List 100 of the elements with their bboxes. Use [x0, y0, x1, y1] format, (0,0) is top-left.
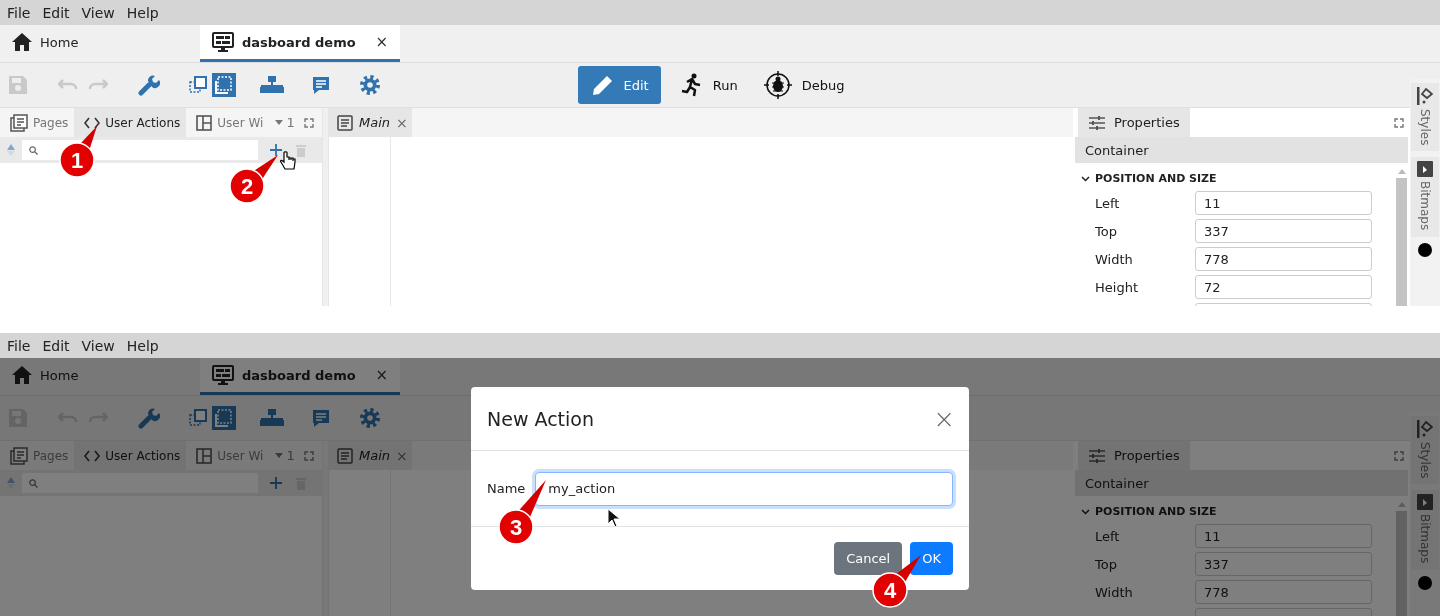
tab-label: dasboard demo [242, 34, 357, 50]
home-icon [12, 366, 32, 384]
menu-item[interactable]: Help [120, 337, 165, 354]
pointer-cursor-icon [607, 508, 621, 528]
wrench-icon[interactable] [138, 407, 160, 429]
search-icon [29, 145, 38, 155]
menu-item[interactable]: Edit [36, 4, 76, 21]
wrench-icon[interactable] [138, 74, 160, 96]
field-label: Name [487, 481, 526, 496]
panel-tab[interactable]: Pages [0, 108, 75, 137]
add-icon[interactable] [270, 144, 282, 156]
input-field[interactable]: 11 [1195, 524, 1372, 548]
mode-button[interactable]: Run [674, 66, 744, 104]
menu-item[interactable]: Help [120, 4, 165, 21]
close-tab-button[interactable]: × [375, 366, 388, 384]
input-field[interactable]: 337 [1195, 552, 1372, 576]
cancel-button[interactable]: Cancel [834, 542, 903, 575]
ok-button[interactable]: OK [910, 542, 953, 575]
chevron-down-icon [1081, 506, 1090, 516]
page-icon [337, 447, 353, 464]
menu-item[interactable]: View [75, 337, 121, 354]
panel-tab[interactable]: User Wi [186, 108, 270, 137]
comment-icon[interactable] [311, 75, 331, 95]
mode-button[interactable]: Debug [757, 66, 851, 104]
step-callout-tooltip: 2 [226, 151, 282, 207]
field-label: Left [1094, 195, 1121, 211]
monitor-icon [212, 32, 234, 52]
maximize-icon[interactable] [1394, 450, 1404, 461]
comment-icon[interactable] [311, 408, 331, 428]
field-label: Top [1094, 556, 1118, 572]
panel-tab[interactable]: Properties [1078, 441, 1190, 470]
document-tab[interactable]: dasboard demo × [200, 25, 400, 62]
input-field[interactable]: 11 [1195, 191, 1372, 215]
frame-select-icon[interactable] [212, 406, 236, 430]
document-tab[interactable]: Home [0, 358, 200, 395]
frame-icon[interactable] [189, 409, 207, 427]
close-button[interactable]: × [933, 403, 955, 434]
tab-label: Main [359, 115, 391, 130]
input-field[interactable]: 337 [1195, 219, 1372, 243]
hierarchy-icon[interactable] [260, 409, 284, 427]
color-dot-icon [1418, 242, 1432, 257]
hierarchy-icon[interactable] [260, 76, 284, 94]
input-field[interactable]: 778 [1195, 247, 1372, 271]
sort-icon[interactable] [6, 475, 16, 491]
editor-tab[interactable]: Main × [329, 108, 412, 137]
scrollbar-thumb[interactable] [1396, 178, 1407, 306]
styles-icon [1417, 420, 1433, 438]
panel-tab[interactable]: User Actions [74, 441, 187, 470]
input-field[interactable]: 778 [1195, 580, 1372, 604]
hand-cursor-icon [280, 151, 296, 171]
side-tab[interactable]: Bitmaps [1411, 157, 1439, 237]
panel-tab[interactable]: Properties [1078, 108, 1190, 137]
menu-item[interactable]: File [1, 4, 37, 21]
tab-label: Home [40, 34, 80, 50]
frame-icon[interactable] [189, 76, 207, 94]
maximize-icon[interactable] [304, 117, 314, 128]
add-icon[interactable] [270, 477, 282, 489]
settings-icon[interactable] [359, 74, 381, 96]
frame-select-icon[interactable] [212, 73, 236, 97]
caret-icon[interactable] [275, 453, 284, 458]
layout-icon [196, 114, 213, 131]
sort-icon[interactable] [6, 142, 16, 158]
document-tab[interactable]: Home [0, 25, 200, 62]
input-field[interactable]: 72 [1195, 275, 1372, 299]
settings-icon[interactable] [359, 407, 381, 429]
maximize-icon[interactable] [304, 450, 314, 461]
code-icon [84, 449, 101, 462]
document-icon [10, 113, 28, 132]
save-icon[interactable] [8, 75, 28, 95]
section-header[interactable]: POSITION AND SIZE [1081, 163, 1395, 189]
close-tab-button[interactable]: × [396, 114, 408, 131]
object-name: Container [1085, 475, 1149, 491]
menu-item[interactable]: File [1, 337, 37, 354]
panel-tab[interactable]: User Actions [74, 108, 187, 137]
side-tab[interactable]: Styles [1411, 83, 1439, 152]
maximize-icon[interactable] [1394, 117, 1404, 128]
input-field[interactable]: my_action [535, 471, 953, 506]
menu-item[interactable]: View [75, 4, 121, 21]
tab-label: Main [359, 448, 391, 463]
close-tab-button[interactable]: × [375, 33, 388, 51]
search-icon [29, 478, 38, 488]
tab-count: 1 [286, 115, 295, 130]
object-name: Container [1085, 142, 1149, 158]
mode-button[interactable]: Edit [577, 66, 661, 104]
editor-tab[interactable]: Main × [329, 441, 412, 470]
field-label: Height [1094, 279, 1139, 295]
scroll-up-icon[interactable] [1397, 502, 1406, 507]
search-field[interactable] [22, 473, 258, 493]
undo-icon[interactable] [58, 78, 78, 92]
scrollbar-thumb[interactable] [1396, 511, 1407, 616]
scroll-up-icon[interactable] [1397, 169, 1406, 174]
document-tab[interactable]: dasboard demo × [200, 358, 400, 395]
menu-item[interactable]: Edit [36, 337, 76, 354]
redo-icon[interactable] [88, 78, 108, 92]
image-icon [1417, 161, 1433, 178]
document-icon [10, 446, 28, 465]
section-header[interactable]: POSITION AND SIZE [1081, 496, 1395, 522]
sliders-icon [1088, 447, 1106, 464]
pencil-icon [591, 74, 614, 96]
caret-icon[interactable] [275, 120, 284, 125]
